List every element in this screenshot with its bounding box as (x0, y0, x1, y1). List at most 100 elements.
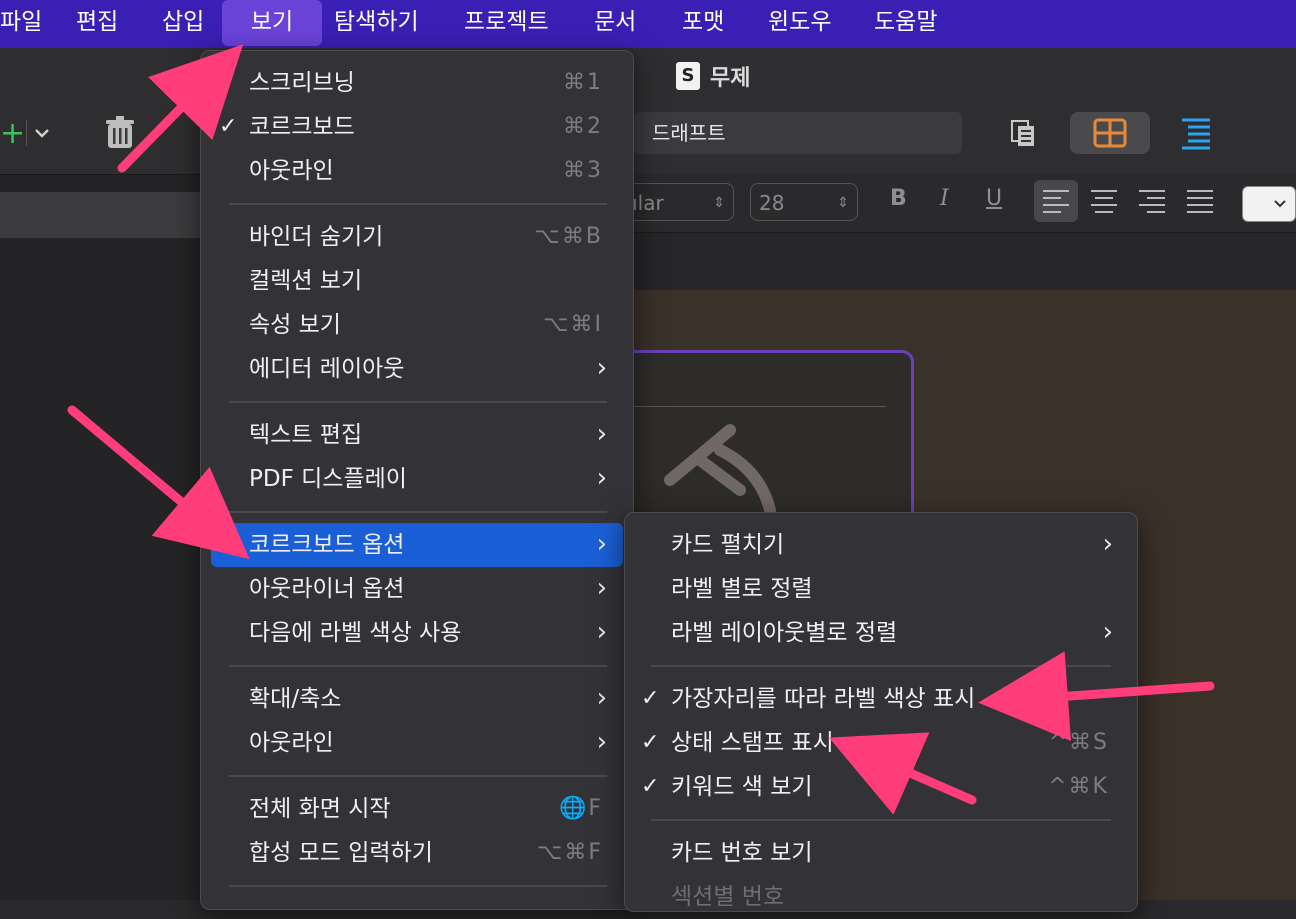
stepper-icon: ⇕ (713, 195, 725, 211)
window-title-text: 무제 (710, 66, 751, 91)
submenu-item-arrange-by-label-layout[interactable]: 라벨 레이아웃별로 정렬 › (633, 611, 1129, 655)
menu-item-use-label-color[interactable]: 다음에 라벨 색상 사용 › (211, 611, 623, 655)
menu-separator (229, 511, 607, 513)
menu-separator (651, 819, 1111, 821)
align-left-button[interactable] (1034, 180, 1078, 222)
menu-item-scrivenings[interactable]: 스크리브닝 ⌘1 (211, 61, 623, 105)
chevron-right-icon: › (596, 573, 607, 603)
menu-item-show-inspector[interactable]: 속성 보기 ⌥⌘I (211, 303, 623, 347)
menu-item-label: 라벨 별로 정렬 (671, 576, 813, 602)
menu-edit[interactable]: 편집 (64, 0, 130, 48)
checkmark-icon: ✓ (641, 730, 660, 755)
shortcut-label: ^⌘S (1048, 730, 1109, 755)
menu-item-label: 상태 스탬프 표시 (671, 730, 834, 756)
menu-file[interactable]: 파일 (0, 0, 54, 48)
menu-item-editor-layout[interactable]: 에디터 레이아웃 › (211, 347, 623, 391)
menu-item-outliner-options[interactable]: 아웃라이너 옵션 › (211, 567, 623, 611)
menu-item-label: 속성 보기 (249, 312, 341, 338)
menu-item-label: 아웃라인 (249, 158, 334, 184)
menu-item-corkboard-options[interactable]: 코르크보드 옵션 › (211, 523, 623, 567)
shortcut-label: ^⌘K (1048, 774, 1109, 799)
binder-pane (0, 174, 200, 900)
menu-documents[interactable]: 문서 (582, 0, 648, 48)
outline-icon[interactable] (1172, 112, 1218, 154)
menu-item-label: 카드 번호 보기 (671, 840, 813, 866)
menu-item-outline-submenu[interactable]: 아웃라인 › (211, 721, 623, 765)
shortcut-label: ⌘3 (563, 158, 603, 183)
menu-item-label: 전체 화면 시작 (249, 796, 391, 822)
toolbar-divider (26, 120, 27, 146)
menu-item-zoom[interactable]: 확대/축소 › (211, 677, 623, 721)
chevron-right-icon: › (596, 463, 607, 493)
menu-item-label: 라벨 레이아웃별로 정렬 (671, 620, 898, 646)
align-justify-icon (1187, 190, 1213, 218)
menu-item-hide-binder[interactable]: 바인더 숨기기 ⌥⌘B (211, 215, 623, 259)
add-icon[interactable]: + (0, 116, 25, 151)
corkboard-view-button[interactable] (1070, 112, 1150, 154)
menu-item-corkboard[interactable]: ✓ 코르크보드 ⌘2 (211, 105, 623, 149)
menu-item-label: 확대/축소 (249, 686, 342, 712)
submenu-item-expand-cards[interactable]: 카드 펼치기 › (633, 523, 1129, 567)
trash-icon[interactable] (104, 116, 136, 150)
shortcut-label: ⌥⌘I (543, 312, 603, 337)
menu-item-text-editing[interactable]: 텍스트 편집 › (211, 413, 623, 457)
menu-item-show-collections[interactable]: 컬렉션 보기 (211, 259, 623, 303)
menu-item-enter-full-screen[interactable]: 전체 화면 시작 🌐F (211, 787, 623, 831)
chevron-right-icon: › (1102, 529, 1113, 559)
menu-navigate[interactable]: 탐색하기 (322, 0, 431, 48)
chevron-right-icon: › (596, 529, 607, 559)
submenu-item-show-keyword-colors[interactable]: ✓ 키워드 색 보기 ^⌘K (633, 765, 1129, 809)
menu-item-label: 바인더 숨기기 (249, 224, 384, 250)
chevron-right-icon: › (596, 419, 607, 449)
chevron-right-icon: › (596, 353, 607, 383)
chevron-right-icon: › (1102, 617, 1113, 647)
align-right-button[interactable] (1130, 180, 1174, 222)
submenu-item-number-by-section: 섹션별 번호 (633, 875, 1129, 919)
align-right-icon (1139, 190, 1165, 218)
menu-window[interactable]: 윈도우 (756, 0, 843, 48)
align-center-icon (1091, 190, 1117, 218)
underline-button[interactable]: U (986, 186, 1002, 211)
font-size-value: 28 (759, 191, 785, 215)
menu-separator (229, 401, 607, 403)
chevron-down-icon (1274, 200, 1286, 208)
menu-bar: 파일 편집 삽입 보기 탐색하기 프로젝트 문서 포맷 윈도우 도움말 (0, 0, 1296, 48)
menu-separator (229, 885, 607, 887)
menu-item-label: 코르크보드 (249, 114, 355, 140)
menu-insert[interactable]: 삽입 (150, 0, 216, 48)
menu-item-label: PDF 디스플레이 (249, 466, 407, 492)
submenu-item-show-card-numbers[interactable]: 카드 번호 보기 (633, 831, 1129, 875)
menu-item-pdf-display[interactable]: PDF 디스플레이 › (211, 457, 623, 501)
menu-separator (229, 665, 607, 667)
status-stamp-icon (664, 424, 776, 516)
chevron-right-icon: › (596, 727, 607, 757)
font-size-select[interactable]: 28 ⇕ (750, 183, 858, 221)
corkboard-icon (1093, 118, 1127, 148)
header-strip (634, 232, 1296, 291)
menu-item-label: 아웃라이너 옵션 (249, 576, 405, 602)
menu-item-label: 카드 펼치기 (671, 532, 785, 558)
submenu-item-show-label-color-edges[interactable]: ✓ 가장자리를 따라 라벨 색상 표시 (633, 677, 1129, 721)
bold-button[interactable]: B (890, 186, 907, 211)
shortcut-label: ⌘1 (563, 70, 603, 95)
copy-icon[interactable] (1000, 112, 1046, 154)
menu-project[interactable]: 프로젝트 (452, 0, 561, 48)
align-center-button[interactable] (1082, 180, 1126, 222)
italic-button[interactable]: I (940, 186, 949, 211)
menu-view[interactable]: 보기 (222, 0, 322, 46)
menu-item-outline[interactable]: 아웃라인 ⌘3 (211, 149, 623, 193)
menu-item-label: 가장자리를 따라 라벨 색상 표시 (671, 686, 976, 712)
menu-help[interactable]: 도움말 (862, 0, 949, 48)
window-title: S 무제 (676, 58, 750, 94)
stepper-icon: ⇕ (837, 195, 849, 211)
draft-title-field[interactable]: 드래프트 (634, 112, 962, 154)
menu-item-label: 섹션별 번호 (671, 884, 785, 910)
menu-format[interactable]: 포맷 (670, 0, 736, 48)
submenu-item-arrange-by-label[interactable]: 라벨 별로 정렬 (633, 567, 1129, 611)
text-color-well[interactable] (1242, 186, 1296, 222)
menu-item-composition-mode[interactable]: 합성 모드 입력하기 ⌥⌘F (211, 831, 623, 875)
chevron-right-icon: › (596, 617, 607, 647)
chevron-down-icon[interactable] (34, 120, 50, 150)
align-justify-button[interactable] (1178, 180, 1222, 222)
submenu-item-show-status-stamps[interactable]: ✓ 상태 스탬프 표시 ^⌘S (633, 721, 1129, 765)
